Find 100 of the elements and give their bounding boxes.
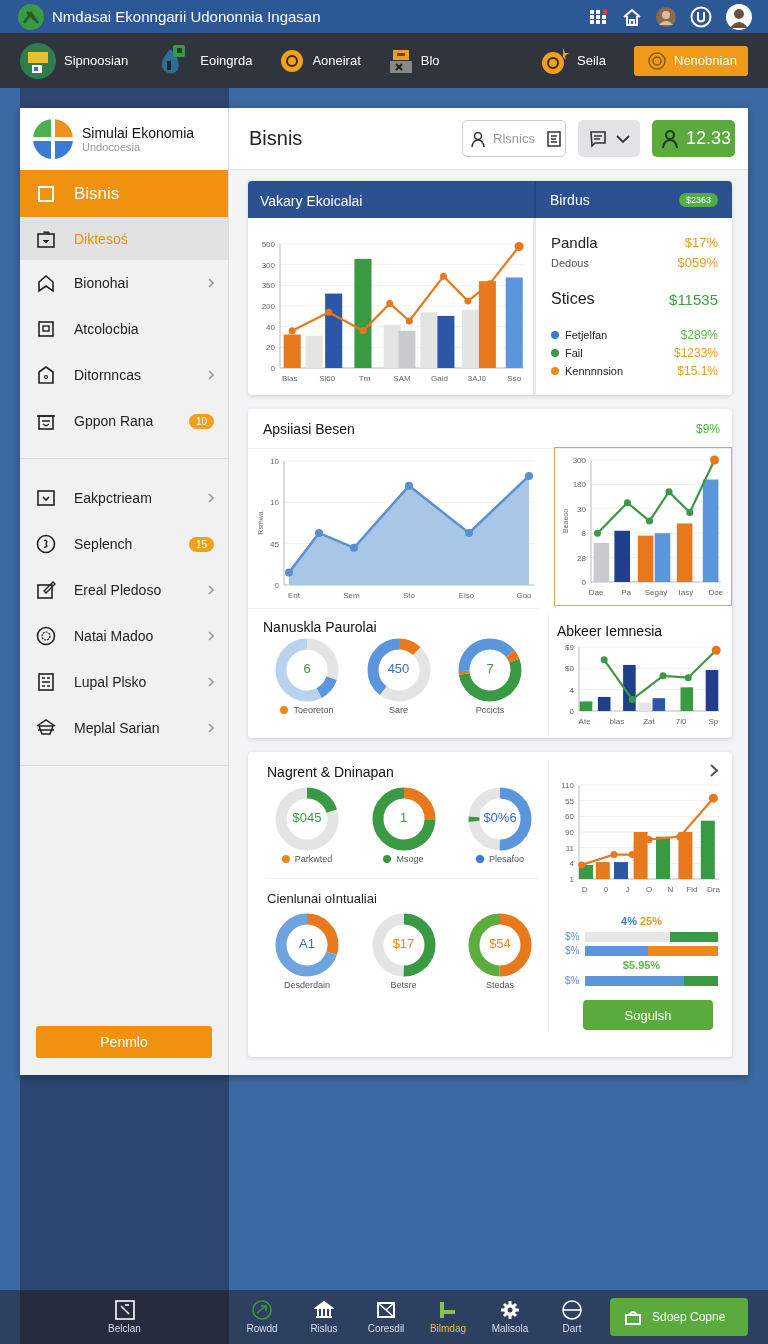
sidebar-item[interactable]: Lupal Plsko	[20, 659, 228, 705]
donut-label: Pccicts	[475, 705, 505, 715]
donut-chart	[274, 786, 340, 852]
chart-point	[325, 308, 333, 316]
donut-label: Desderdain	[284, 980, 330, 990]
legend-value: $15.1%	[677, 364, 718, 378]
axis-label: 7l0	[675, 717, 687, 726]
avatar-icon	[726, 3, 752, 30]
sidebar-item[interactable]: Bionohai	[20, 260, 228, 306]
sidebar-item[interactable]: Ereal Pledoso	[20, 567, 228, 613]
axis-label: 500	[261, 240, 275, 249]
chart-bar	[597, 696, 611, 711]
axis-label: N	[667, 885, 674, 894]
chart-point	[578, 861, 586, 869]
legend-value: $289%	[680, 328, 718, 342]
axis-label: 180	[572, 480, 586, 490]
nav-label[interactable]: Sipnoosian	[64, 53, 129, 68]
chart-point	[686, 508, 694, 516]
stat-value: $11535	[669, 290, 718, 308]
bottom-nav-item[interactable]: Malisola	[479, 1299, 541, 1335]
person-icon	[662, 129, 678, 148]
coin-icon	[280, 48, 305, 73]
legend-label: Kennnnsion	[565, 365, 624, 377]
axis-label: Dae	[588, 588, 604, 597]
sidebar-item[interactable]: Ditornncas	[20, 352, 228, 398]
donut-chart	[274, 912, 340, 978]
chart-bar	[579, 701, 593, 711]
chart-point	[405, 317, 413, 325]
face-icon	[36, 534, 56, 554]
axis-label: Iasy	[678, 588, 694, 597]
sidebar-item[interactable]: Gppon Rana 10	[20, 398, 228, 444]
document-icon	[36, 672, 56, 692]
chart-point	[288, 327, 296, 335]
bottom-nav-item[interactable]: Rowdd	[231, 1299, 293, 1335]
chart-bar	[437, 315, 455, 368]
section-title: Nanuskla Paurolai	[263, 619, 378, 635]
bottom-nav-item[interactable]: Coresdil	[355, 1299, 417, 1335]
stat-value: $059%	[677, 255, 718, 270]
chart-point	[350, 543, 358, 552]
axis-label: Dra	[706, 885, 720, 894]
circle-icon	[252, 1300, 272, 1320]
chart-point	[646, 517, 653, 525]
progress-caption: 4% 25%	[620, 915, 663, 928]
stat-label: Pandla	[551, 234, 598, 251]
sidebar-item[interactable]: Natai Madoo	[20, 613, 228, 659]
dropdown-button[interactable]	[578, 120, 640, 157]
chart-bar	[283, 334, 301, 368]
bottom-nav-item[interactable]: Dart	[541, 1299, 603, 1335]
coin-icon	[648, 51, 666, 70]
donut-label: Parkwted	[294, 854, 333, 864]
donut-chart	[365, 637, 432, 703]
box-icon	[388, 48, 413, 73]
count-badge: 10	[188, 413, 214, 429]
sidebar-subtitle: Undocoesia	[82, 141, 142, 153]
donut-value: $045	[291, 810, 323, 825]
account-label[interactable]: Seila	[577, 53, 606, 68]
nav-label[interactable]: Aoneirat	[312, 53, 361, 68]
sidebar-item[interactable]: Eakpctrieam	[20, 475, 228, 521]
sidebar-item[interactable]: Seplench 15	[20, 521, 228, 567]
person-icon	[471, 130, 485, 147]
axis-label: 8	[581, 529, 586, 539]
sidebar-item[interactable]: Meplal Sarian	[20, 705, 228, 751]
legend-value: $1233%	[673, 346, 718, 360]
axis-label: Sp	[708, 717, 719, 726]
section-title: Abkeer Iemnesia	[557, 623, 664, 639]
axis-label: 45	[270, 539, 279, 549]
edit-icon	[36, 580, 56, 600]
bottom-nav-item[interactable]: Bilmdag	[417, 1299, 479, 1335]
chart-bar	[705, 670, 719, 711]
donut-chart	[370, 912, 437, 978]
chart-point	[600, 656, 608, 664]
basket-icon	[36, 718, 56, 738]
gear-icon	[500, 1300, 520, 1320]
nav-label[interactable]: Belclan	[108, 1323, 141, 1334]
chart-point	[711, 645, 721, 655]
axis-label: Blas	[282, 374, 298, 383]
bank-icon	[314, 1300, 334, 1320]
chart-bar	[700, 820, 715, 879]
nav-label[interactable]: Eoingrda	[200, 53, 253, 68]
chart-point	[710, 455, 719, 465]
nav-label[interactable]: Blo	[420, 53, 440, 68]
chart-bar	[656, 836, 670, 879]
sidebar-item[interactable]: Atcolocbia	[20, 306, 228, 352]
chart-point	[659, 672, 667, 680]
donut-chart	[370, 786, 437, 852]
circle-icon	[562, 1300, 582, 1320]
caret-icon	[615, 133, 630, 144]
axis-label: 90	[565, 828, 574, 837]
grid-icon	[590, 8, 608, 25]
axis-label: $0	[565, 664, 574, 674]
axis-label: Goo	[516, 591, 532, 600]
bottom-nav-item[interactable]: Rislus	[293, 1299, 355, 1335]
axis-label: 300	[572, 456, 586, 465]
axis-label: Zat	[643, 717, 655, 726]
axis-label: 0	[603, 885, 609, 894]
chart-point	[684, 674, 692, 682]
badge-icon	[36, 626, 56, 646]
axis-label: O	[645, 885, 653, 894]
section-title: Cienlunai oIntualiai	[267, 891, 378, 906]
donut-label: Toeoreton	[293, 705, 334, 715]
